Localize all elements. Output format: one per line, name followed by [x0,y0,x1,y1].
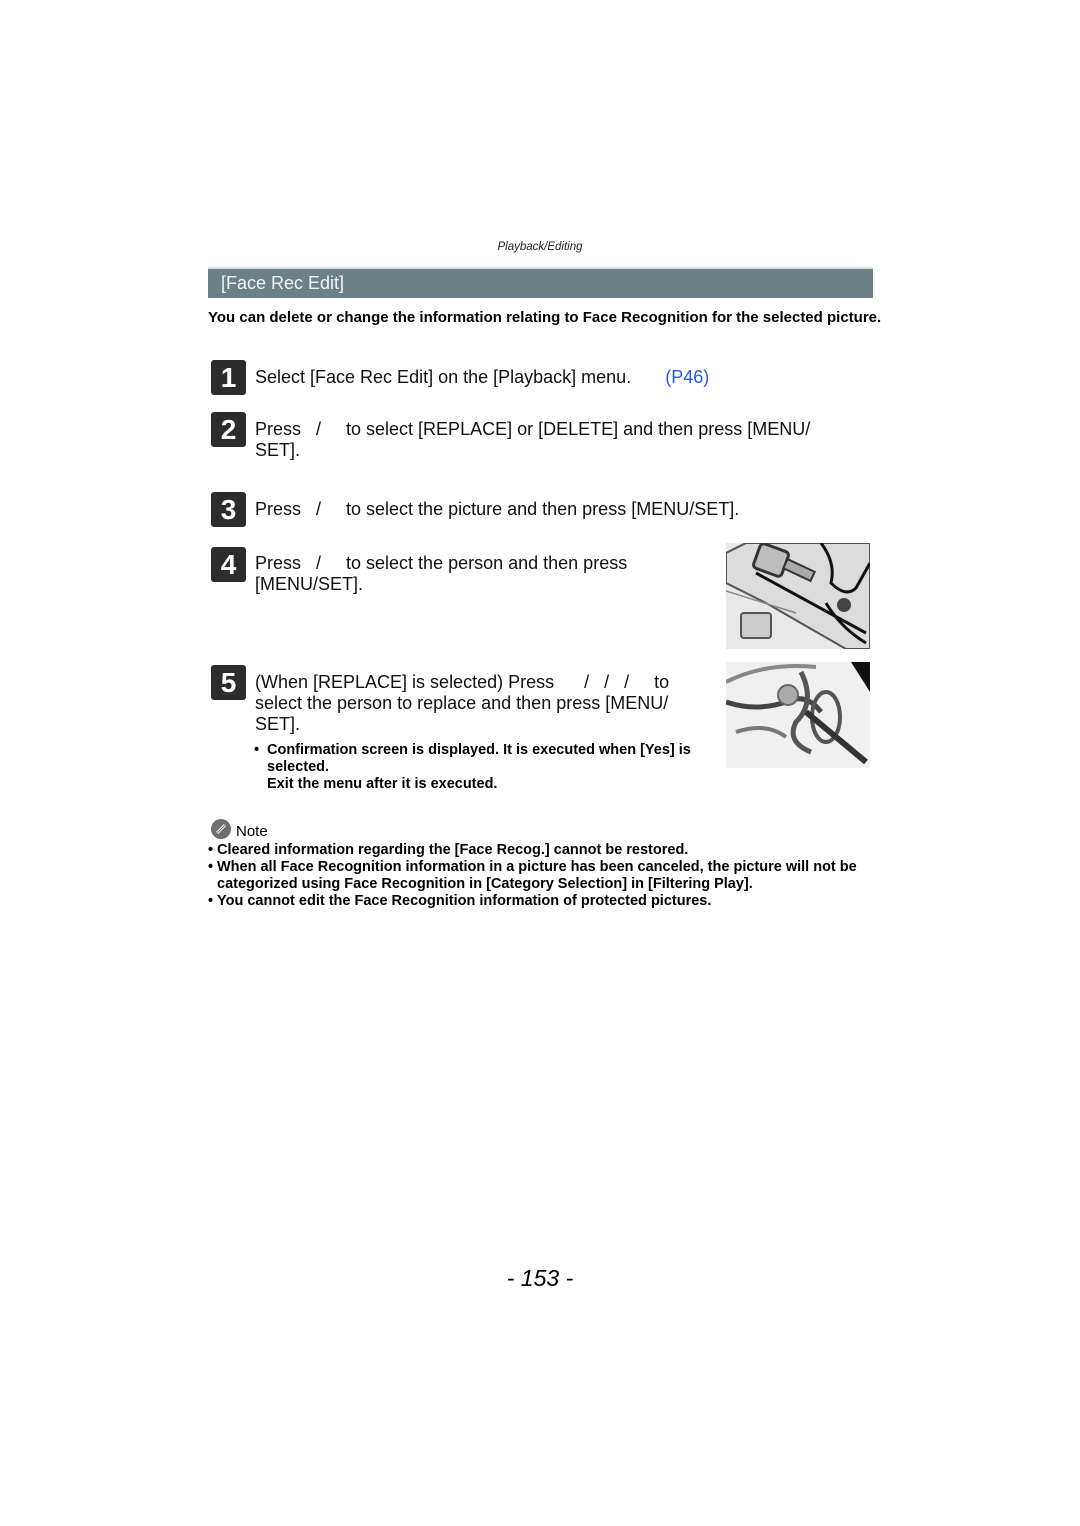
step-2-line-1: Press / to select [REPLACE] or [DELETE] … [255,419,811,439]
intro-text: You can delete or change the information… [208,309,882,326]
step-5-bullet-line-3: Exit the menu after it is executed. [267,776,498,792]
section-label: Playback/Editing [497,241,583,253]
section-title-bar: [Face Rec Edit] [208,267,873,298]
step-number-3: 3 [211,492,246,527]
note-item: • When all Face Recognition information … [208,859,857,892]
step-number-5: 5 [211,665,246,700]
note-item: • You cannot edit the Face Recognition i… [208,893,712,909]
page-reference-link[interactable]: (P46) [665,367,709,387]
camera-back-closeup-illustration [726,543,870,649]
step-3-text: Press / to select the picture and then p… [255,499,740,519]
step-5-line-2: select the person to replace and then pr… [255,693,669,713]
step-number-4: 4 [211,547,246,582]
note-item: • Cleared information regarding the [Fac… [208,842,689,858]
note-pencil-icon [211,819,231,839]
step-5-bullet: • Confirmation screen is displayed. It i… [254,742,691,793]
step-2-line-2: SET]. [255,440,301,460]
camera-dial-closeup-illustration [726,662,870,768]
step-4-line-1: Press / to select the person and then pr… [255,553,628,573]
step-5-bullet-line-2: selected. [267,759,330,775]
step-4-line-2: [MENU/SET]. [255,574,364,594]
step-5-line-3: SET]. [255,714,301,734]
section-title: [Face Rec Edit] [221,273,345,293]
step-number-2: 2 [211,412,246,447]
note-list: • Cleared information regarding the [Fac… [208,842,928,910]
step-number-1: 1 [211,360,246,395]
note-label: Note [236,823,268,840]
step-4-text: Press / to select the person and then pr… [255,553,627,595]
step-1-instruction: Select [Face Rec Edit] on the [Playback]… [255,367,632,387]
step-5-line-1: (When [REPLACE] is selected) Press / / /… [255,672,670,692]
bullet-mark: • [254,742,260,758]
page-number: - 153 - [506,1265,574,1291]
step-5-bullet-line-1: Confirmation screen is displayed. It is … [267,742,691,758]
step-2-text: Press / to select [REPLACE] or [DELETE] … [255,419,810,461]
step-5-text: (When [REPLACE] is selected) Press / / /… [255,672,669,735]
step-1-text: Select [Face Rec Edit] on the [Playback]… [255,367,709,388]
